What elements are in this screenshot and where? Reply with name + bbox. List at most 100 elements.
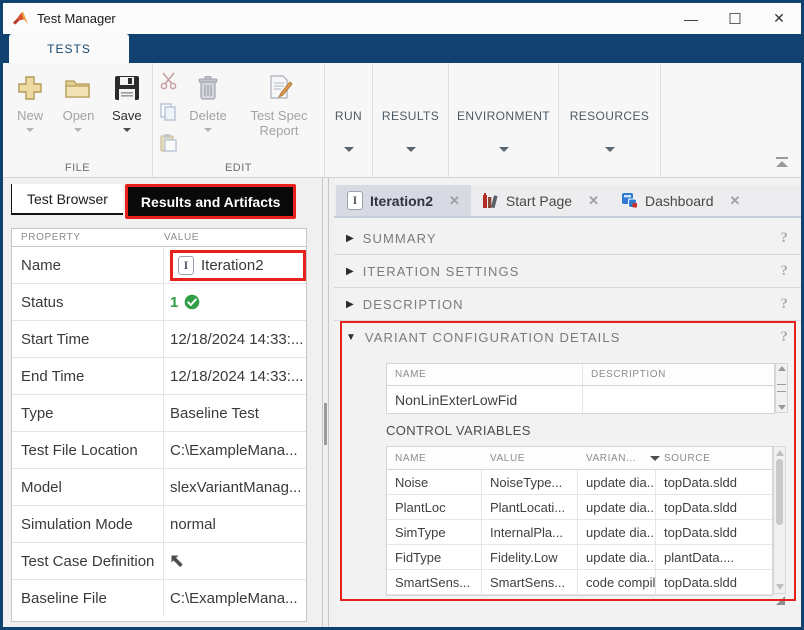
row-status: Status 1 [12,284,306,321]
control-variable-row[interactable]: FidType Fidelity.Low update dia... plant… [387,545,772,570]
cut-icon[interactable] [159,71,178,95]
close-tab-icon[interactable]: ✕ [588,193,599,209]
scroll-up-icon [778,366,786,371]
delete-dropdown-caret[interactable] [204,128,212,132]
config-row[interactable]: NonLinExterLowFid [387,386,774,413]
right-panel: I Iteration2 ✕ Start Page ✕ Dashboard ✕ [334,178,801,627]
splitter-handle[interactable] [324,403,327,445]
delete-button[interactable]: Delete [182,69,234,157]
new-plus-icon [17,71,43,105]
status-count: 1 [170,294,178,311]
maximize-button[interactable]: ☐ [713,3,757,34]
section-variant-configuration-details[interactable]: ▼ VARIANT CONFIGURATION DETAILS ? [334,321,801,354]
config-description-header: DESCRIPTION [583,364,774,385]
value-column-header: VALUE [164,232,306,243]
open-dropdown-caret[interactable] [74,128,82,132]
toolstrip-section-edit: Delete Test Spec Report EDIT [153,63,325,177]
row-test-case-definition: Test Case Definition [12,543,306,580]
control-variable-row[interactable]: SmartSens... SmartSens... code compile t… [387,570,772,595]
help-icon[interactable]: ? [780,263,789,280]
iteration-icon: I [347,191,363,210]
chevron-right-icon: ▶ [346,299,354,310]
run-caret-icon [344,147,354,152]
property-column-header: PROPERTY [12,232,164,243]
row-model: Model slexVariantManag... [12,469,306,506]
scroll-down-icon [776,584,784,590]
edit-section-label: EDIT [153,162,324,174]
resize-grip-icon[interactable] [776,596,785,605]
help-icon[interactable]: ? [780,296,789,313]
resources-caret-icon [605,147,615,152]
window-title: Test Manager [37,11,116,26]
iteration-icon: I [178,256,194,275]
control-variable-row[interactable]: PlantLoc PlantLocati... update dia... to… [387,495,772,520]
doc-tab-iteration2[interactable]: I Iteration2 ✕ [336,185,471,216]
section-iteration-settings[interactable]: ▶ ITERATION SETTINGS ? [334,255,801,288]
panel-splitter[interactable] [317,178,334,627]
save-dropdown-caret[interactable] [123,128,131,132]
chevron-right-icon: ▶ [346,266,354,277]
name-annotation-box: I Iteration2 [170,250,306,281]
close-button[interactable]: ✕ [757,3,801,34]
matlab-logo-icon [12,10,29,27]
close-tab-icon[interactable]: ✕ [729,193,740,209]
row-baseline-file: Baseline File C:\ExampleMana... [12,580,306,617]
section-description[interactable]: ▶ DESCRIPTION ? [334,288,801,321]
open-button[interactable]: Open [57,69,99,132]
paste-icon[interactable] [159,133,178,157]
config-name-header: NAME [387,364,583,385]
new-button[interactable]: New [9,69,51,132]
start-page-books-icon [482,192,499,209]
status-pass-check-icon [184,294,200,310]
test-manager-window: Test Manager — ☐ ✕ TESTS New [0,0,804,630]
ribbon-tab-band: TESTS [3,34,801,63]
copy-icon[interactable] [159,102,178,126]
report-document-icon [265,71,293,105]
control-variables-table: NAME VALUE VARIAN... SOURCE Noise NoiseT… [386,446,773,596]
resources-dropdown[interactable]: RESOURCES [559,63,661,177]
row-type: Type Baseline Test [12,395,306,432]
minimize-button[interactable]: — [669,3,713,34]
run-dropdown[interactable]: RUN [325,63,373,177]
scroll-down-icon [778,405,786,410]
collapse-ribbon-icon[interactable] [775,157,789,167]
row-simulation-mode: Simulation Mode normal [12,506,306,543]
variant-configuration-body: NAME DESCRIPTION NonLinExterLowFid CONTR… [334,356,801,627]
toolstrip: New Open Save FILE [3,63,801,178]
scroll-up-icon [776,450,784,456]
tab-results-and-artifacts[interactable]: Results and Artifacts [128,187,294,216]
close-tab-icon[interactable]: ✕ [449,193,460,209]
toolstrip-section-file: New Open Save FILE [3,63,153,177]
results-dropdown[interactable]: RESULTS [373,63,449,177]
toolstrip-filler [661,63,801,177]
document-tab-bar: I Iteration2 ✕ Start Page ✕ Dashboard ✕ [334,185,801,218]
chevron-down-icon: ▼ [346,332,356,343]
control-table-scrollbar[interactable] [773,446,786,594]
file-section-label: FILE [3,162,152,174]
tab-test-browser[interactable]: Test Browser [11,184,123,215]
variant-config-table: NAME DESCRIPTION NonLinExterLowFid [386,363,775,414]
tab-tests[interactable]: TESTS [9,34,129,63]
section-summary[interactable]: ▶ SUMMARY ? [334,222,801,255]
new-dropdown-caret[interactable] [26,128,34,132]
environment-dropdown[interactable]: ENVIRONMENT [449,63,559,177]
left-panel: Test Browser Results and Artifacts PROPE… [3,178,317,627]
row-end-time: End Time 12/18/2024 14:33:... [12,358,306,395]
scrollbar-thumb[interactable] [776,459,783,525]
row-test-file-location: Test File Location C:\ExampleMana... [12,432,306,469]
goto-test-case-arrow-icon[interactable] [170,554,185,569]
test-spec-report-button[interactable]: Test Spec Report [240,69,318,157]
open-folder-icon [64,71,92,105]
row-name: Name I Iteration2 [12,247,306,284]
results-tab-annotation-box: Results and Artifacts [125,184,297,219]
variant-column-header[interactable]: VARIAN... [578,447,656,469]
config-table-scrollbar[interactable] [775,363,788,413]
doc-tab-dashboard[interactable]: Dashboard ✕ [610,185,751,216]
dashboard-icon [621,192,638,209]
control-variable-row[interactable]: Noise NoiseType... update dia... topData… [387,470,772,495]
help-icon[interactable]: ? [780,329,789,346]
save-button[interactable]: Save [106,69,148,132]
doc-tab-start-page[interactable]: Start Page ✕ [471,185,610,216]
help-icon[interactable]: ? [780,230,789,247]
control-variable-row[interactable]: SimType InternalPla... update dia... top… [387,520,772,545]
